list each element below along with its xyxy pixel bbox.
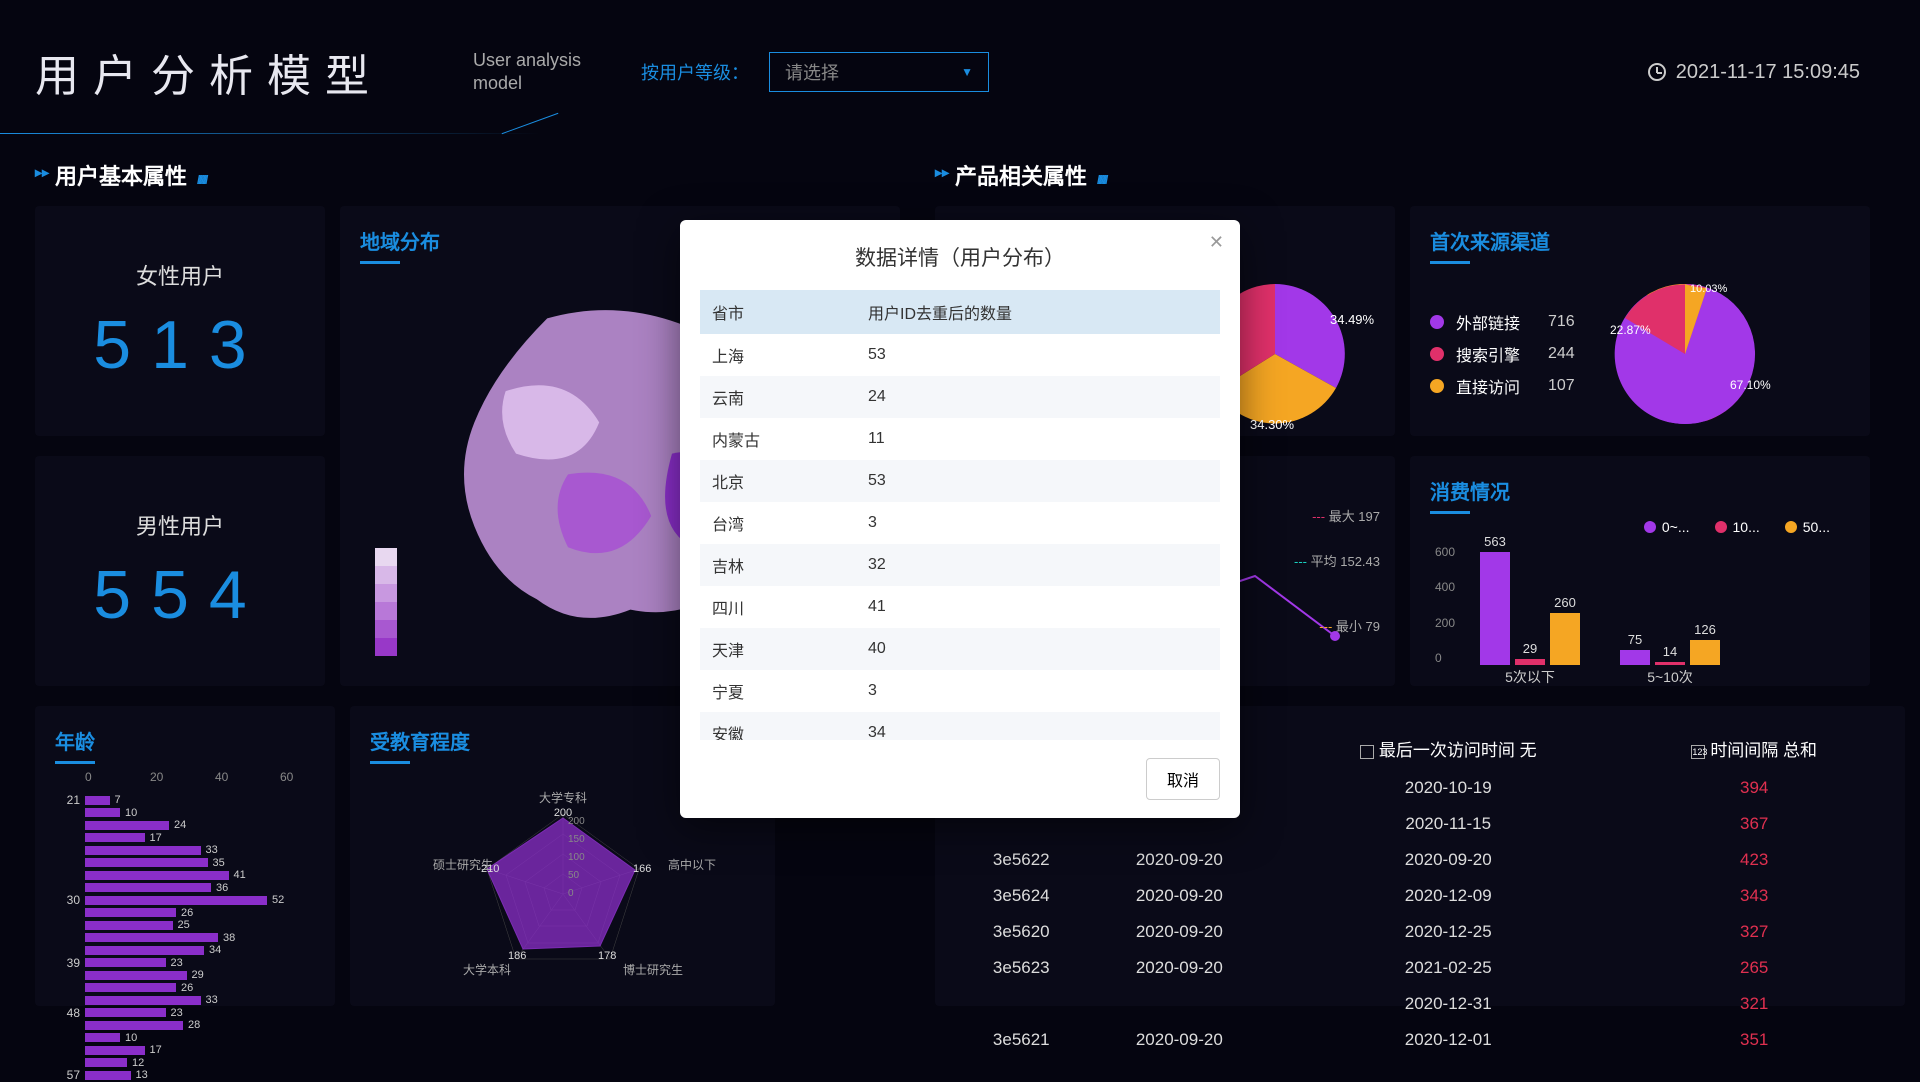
table-row[interactable]: 上海53 [700, 334, 1220, 376]
table-row[interactable]: 天津40 [700, 628, 1220, 670]
table-row[interactable]: 云南24 [700, 376, 1220, 418]
modal-col-count: 用户ID去重后的数量 [856, 290, 1220, 334]
modal-title: 数据详情（用户分布） [680, 220, 1240, 290]
table-row[interactable]: 四川41 [700, 586, 1220, 628]
table-row[interactable]: 宁夏3 [700, 670, 1220, 712]
data-detail-modal: ✕ 数据详情（用户分布） 省市 用户ID去重后的数量 上海53云南24内蒙古11… [680, 220, 1240, 818]
table-row[interactable]: 安徽34 [700, 712, 1220, 740]
cancel-button[interactable]: 取消 [1146, 758, 1220, 800]
table-row[interactable]: 吉林32 [700, 544, 1220, 586]
modal-backdrop[interactable]: ✕ 数据详情（用户分布） 省市 用户ID去重后的数量 上海53云南24内蒙古11… [0, 0, 1920, 1080]
table-row[interactable]: 台湾3 [700, 502, 1220, 544]
table-row[interactable]: 内蒙古11 [700, 418, 1220, 460]
modal-col-province: 省市 [700, 290, 856, 334]
modal-table: 省市 用户ID去重后的数量 上海53云南24内蒙古11北京53台湾3吉林32四川… [700, 290, 1220, 740]
close-icon[interactable]: ✕ [1209, 232, 1224, 253]
table-row[interactable]: 北京53 [700, 460, 1220, 502]
